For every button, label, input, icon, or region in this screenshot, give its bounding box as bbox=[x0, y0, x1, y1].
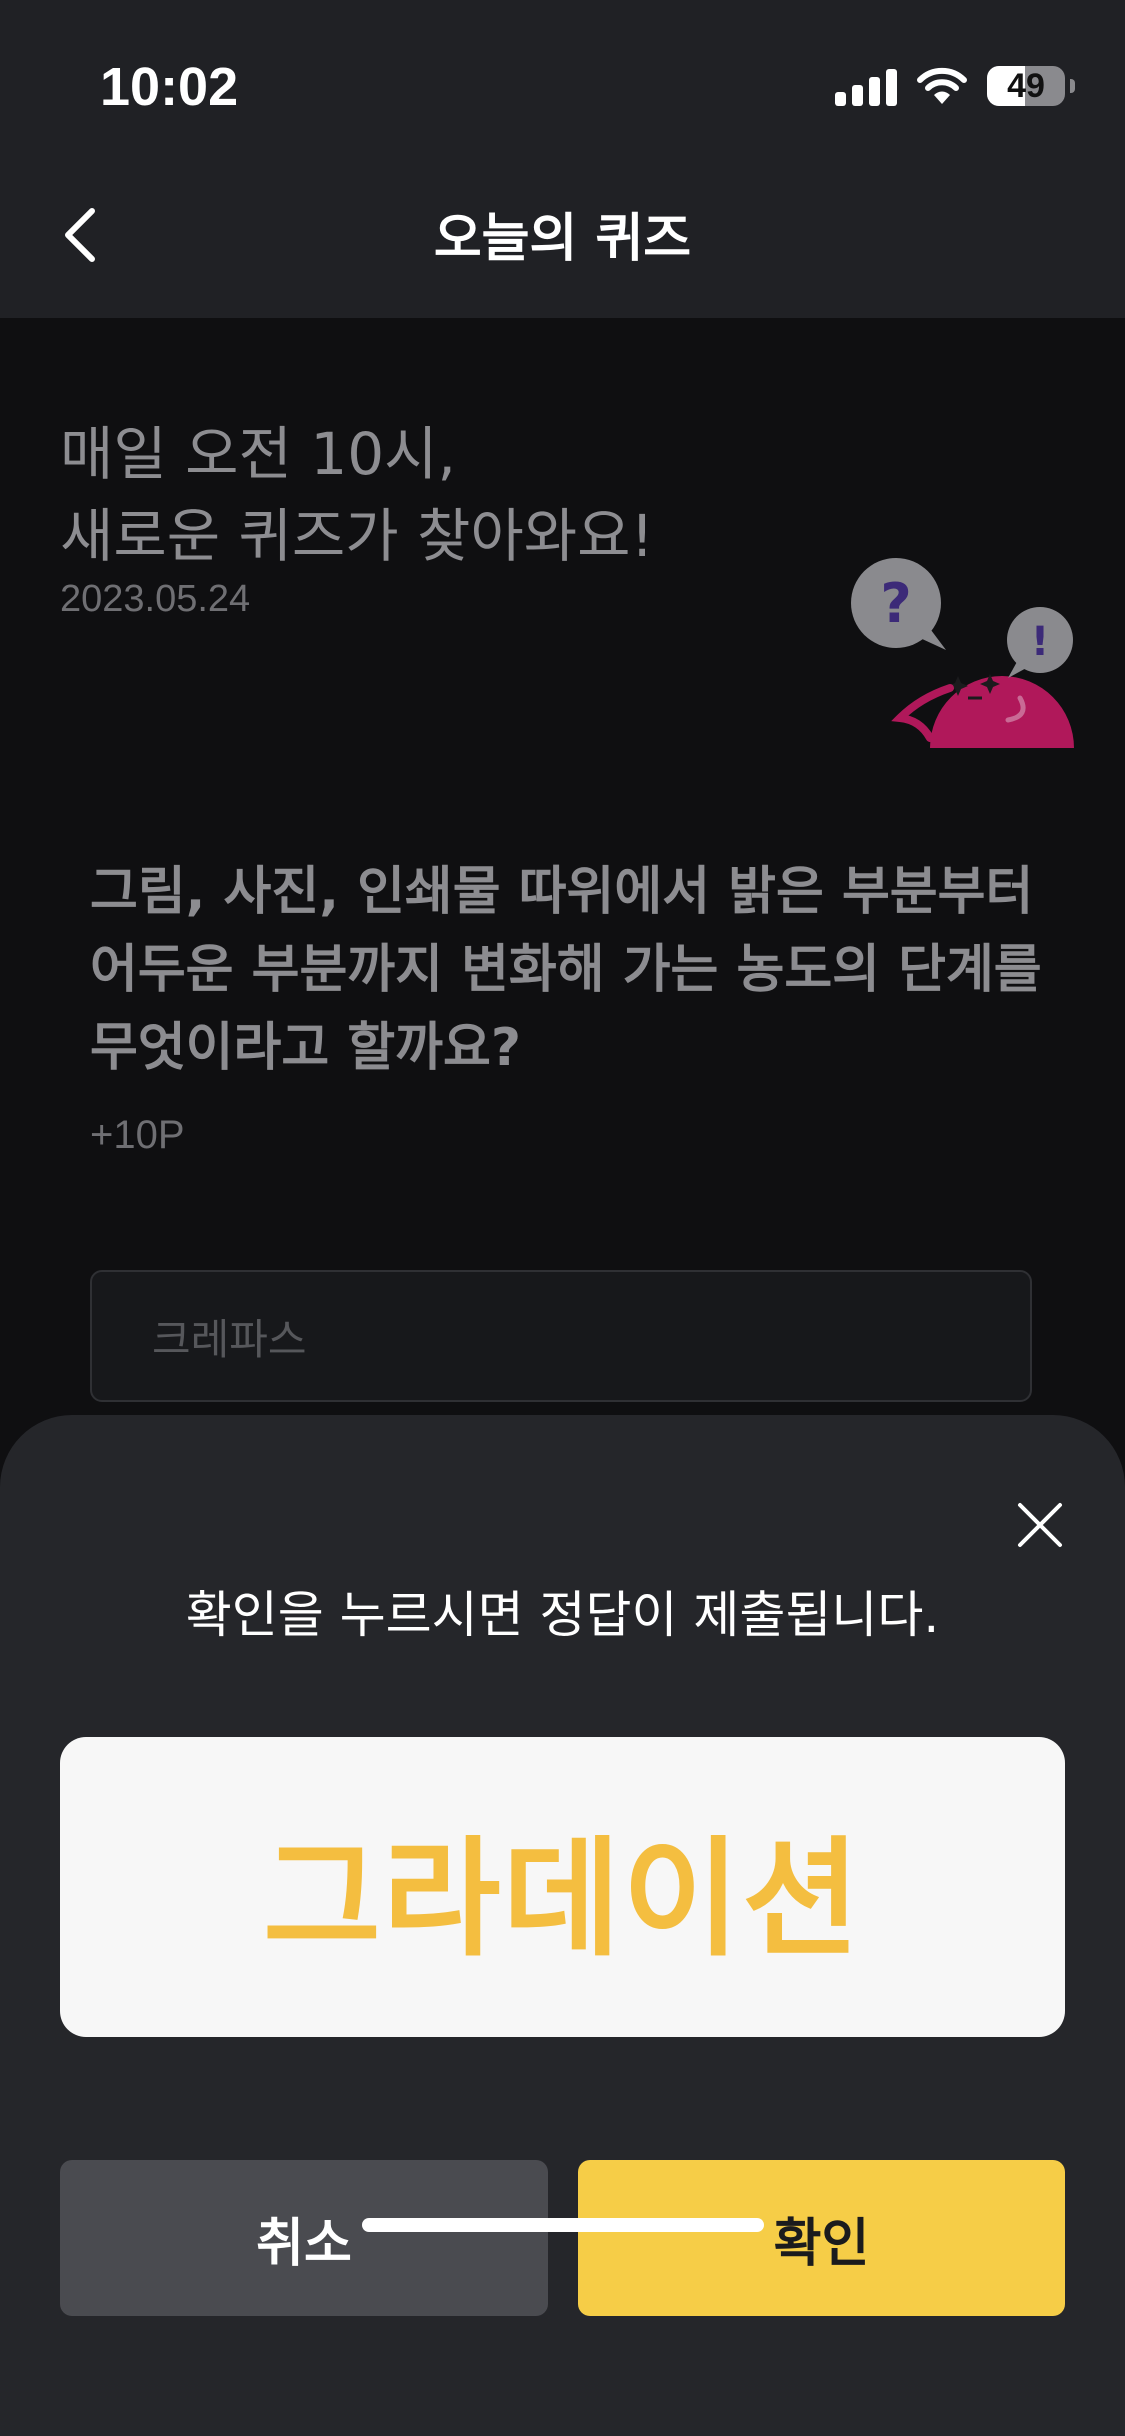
cellular-signal-icon bbox=[835, 66, 897, 106]
confirm-message: 확인을 누르시면 정답이 제출됩니다. bbox=[185, 1586, 940, 1644]
battery-level: 49 bbox=[1007, 66, 1045, 105]
intro-line-1: 매일 오전 10시, bbox=[60, 420, 456, 488]
wifi-icon bbox=[917, 67, 967, 104]
home-indicator bbox=[362, 2218, 764, 2232]
close-icon bbox=[1018, 1503, 1062, 1547]
question-mark-bubble: ? bbox=[880, 572, 911, 635]
page-title: 오늘의 퀴즈 bbox=[433, 209, 692, 269]
status-time: 10:02 bbox=[100, 57, 239, 117]
answer-input[interactable]: 크레파스 bbox=[90, 1270, 1032, 1402]
top-bar: 10:02 49 오늘의 퀴즈 bbox=[0, 0, 1125, 318]
quiz-screen: 10:02 49 오늘의 퀴즈 매일 오전 10시, 새로운 퀴즈가 찾아와요!… bbox=[0, 0, 1125, 2436]
quiz-question: 그림, 사진, 인쇄물 따위에서 밝은 부분부터 어두운 부분까지 변화해 가는… bbox=[90, 862, 1042, 1078]
exclamation-bubble: ! bbox=[1031, 619, 1049, 665]
quiz-date: 2023.05.24 bbox=[60, 578, 251, 620]
submitted-answer-card: 그라데이션 bbox=[60, 1737, 1065, 2037]
close-button[interactable] bbox=[1010, 1495, 1070, 1555]
intro-line-2: 새로운 퀴즈가 찾아와요! bbox=[60, 502, 654, 570]
status-icons: 49 bbox=[835, 64, 1075, 108]
submitted-answer: 그라데이션 bbox=[263, 1824, 862, 1974]
quiz-intro: 매일 오전 10시, 새로운 퀴즈가 찾아와요! bbox=[60, 413, 654, 577]
battery-icon: 49 bbox=[987, 66, 1075, 106]
confirm-button[interactable]: 확인 bbox=[578, 2160, 1065, 2316]
quiz-mascot-illustration: ? ! bbox=[851, 558, 1074, 748]
confirm-bottom-sheet: 확인을 누르시면 정답이 제출됩니다. 그라데이션 취소 확인 bbox=[0, 1415, 1125, 2436]
reward-points: +10P bbox=[90, 1113, 185, 1157]
cancel-button[interactable]: 취소 bbox=[60, 2160, 548, 2316]
